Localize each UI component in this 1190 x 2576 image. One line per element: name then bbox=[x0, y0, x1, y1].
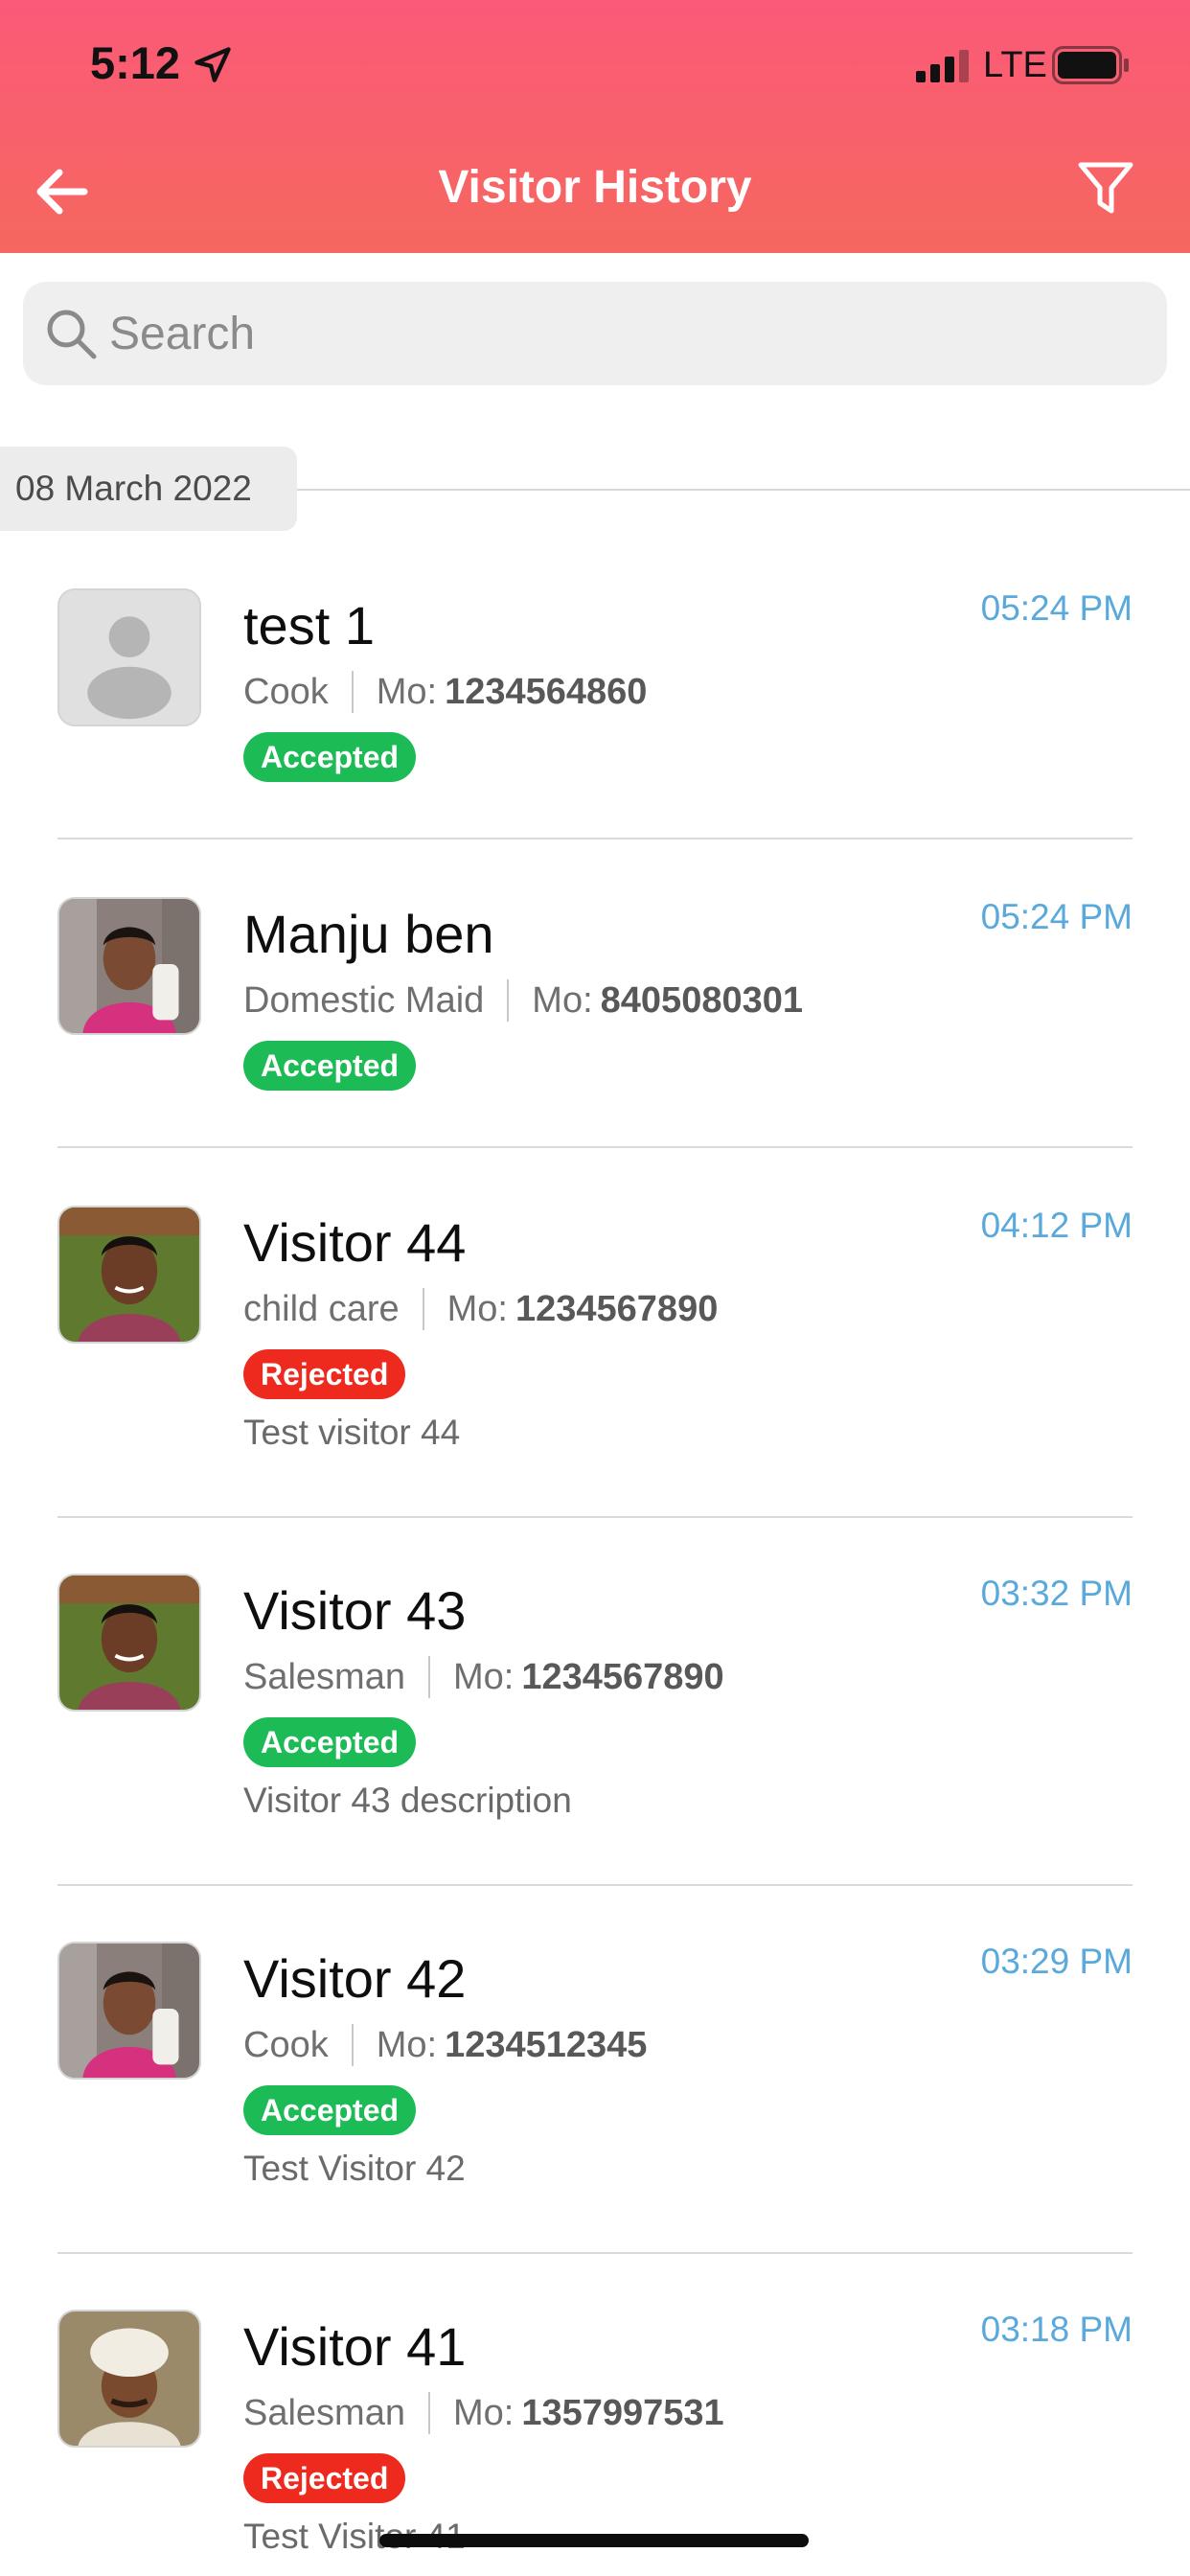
visitor-row[interactable]: test 1 05:24 PM Cook Mo: 1234564860 Acce… bbox=[57, 588, 1133, 809]
mobile-number: 1234564860 bbox=[445, 671, 648, 712]
mobile-number: 1234567890 bbox=[521, 1656, 724, 1697]
avatar bbox=[57, 897, 201, 1035]
mobile-number: 1357997531 bbox=[521, 2392, 724, 2433]
visitor-name: Visitor 43 bbox=[243, 1580, 467, 1641]
mobile-label: Mo: bbox=[376, 671, 438, 712]
meta-divider bbox=[427, 1656, 430, 1698]
visitor-row[interactable]: Visitor 44 04:12 PM child care Mo: 12345… bbox=[57, 1206, 1133, 1493]
search-input[interactable] bbox=[109, 282, 1144, 385]
network-type: LTE bbox=[983, 45, 1047, 85]
visitor-meta: Cook Mo: 1234512345 bbox=[243, 2024, 647, 2066]
visitor-category: child care bbox=[243, 1288, 400, 1329]
mobile-label: Mo: bbox=[376, 2024, 438, 2065]
mobile-label: Mo: bbox=[452, 2392, 515, 2433]
meta-divider bbox=[351, 671, 354, 713]
visitor-meta: Domestic Maid Mo: 8405080301 bbox=[243, 979, 803, 1022]
row-divider bbox=[57, 2252, 1133, 2254]
visitor-category: Cook bbox=[243, 671, 329, 712]
visitor-name: Visitor 41 bbox=[243, 2316, 467, 2377]
home-indicator[interactable] bbox=[379, 2534, 809, 2547]
date-group-label: 08 March 2022 bbox=[0, 447, 297, 531]
search-bar[interactable] bbox=[23, 282, 1167, 385]
status-badge: Rejected bbox=[243, 1349, 406, 1399]
search-icon bbox=[47, 310, 97, 359]
app-header: 5:12 LTE Visitor History bbox=[0, 0, 1190, 253]
signal-bars-icon bbox=[916, 50, 969, 82]
page-title: Visitor History bbox=[438, 162, 752, 213]
visit-time: 05:24 PM bbox=[980, 897, 1133, 936]
mobile-number: 8405080301 bbox=[600, 979, 803, 1021]
visitor-category: Salesman bbox=[243, 2392, 405, 2433]
meta-divider bbox=[351, 2024, 354, 2066]
visitor-description: Test visitor 44 bbox=[243, 1413, 461, 1452]
visitor-row[interactable]: Manju ben 05:24 PM Domestic Maid Mo: 840… bbox=[57, 897, 1133, 1117]
visitor-description: Visitor 43 description bbox=[243, 1781, 572, 1820]
mobile-label: Mo: bbox=[532, 979, 593, 1021]
visitor-name: Visitor 42 bbox=[243, 1948, 467, 2009]
visit-time: 04:12 PM bbox=[980, 1206, 1133, 1245]
visitor-description: Test Visitor 42 bbox=[243, 2149, 466, 2188]
placeholder-person-icon bbox=[57, 588, 201, 726]
visitor-meta: Salesman Mo: 1357997531 bbox=[243, 2392, 724, 2434]
status-badge: Accepted bbox=[243, 732, 417, 782]
visit-time: 05:24 PM bbox=[980, 588, 1133, 628]
avatar bbox=[57, 1574, 201, 1712]
meta-divider bbox=[507, 979, 510, 1022]
row-divider bbox=[57, 1146, 1133, 1148]
mobile-label: Mo: bbox=[452, 1656, 515, 1697]
visitor-meta: Salesman Mo: 1234567890 bbox=[243, 1656, 724, 1698]
mobile-label: Mo: bbox=[446, 1288, 508, 1329]
mobile-number: 1234567890 bbox=[515, 1288, 719, 1329]
visitor-name: Visitor 44 bbox=[243, 1212, 467, 1273]
avatar bbox=[57, 2310, 201, 2448]
visit-time: 03:29 PM bbox=[980, 1942, 1133, 1981]
visitor-category: Cook bbox=[243, 2024, 329, 2065]
visit-time: 03:18 PM bbox=[980, 2310, 1133, 2349]
status-time: 5:12 bbox=[90, 37, 181, 88]
battery-icon bbox=[1052, 46, 1129, 84]
status-badge: Accepted bbox=[243, 1041, 417, 1091]
filter-icon[interactable] bbox=[1077, 161, 1134, 217]
visitor-meta: child care Mo: 1234567890 bbox=[243, 1288, 718, 1330]
visitor-name: Manju ben bbox=[243, 904, 494, 964]
row-divider bbox=[57, 1516, 1133, 1518]
visitor-name: test 1 bbox=[243, 595, 375, 656]
meta-divider bbox=[422, 1288, 424, 1330]
visitor-row[interactable]: Visitor 43 03:32 PM Salesman Mo: 1234567… bbox=[57, 1574, 1133, 1861]
status-badge: Rejected bbox=[243, 2453, 406, 2503]
meta-divider bbox=[427, 2392, 430, 2434]
visitor-category: Salesman bbox=[243, 1656, 405, 1697]
status-badge: Accepted bbox=[243, 1717, 417, 1767]
mobile-number: 1234512345 bbox=[445, 2024, 648, 2065]
visitor-category: Domestic Maid bbox=[243, 979, 485, 1021]
visitor-row[interactable]: Visitor 41 03:18 PM Salesman Mo: 1357997… bbox=[57, 2310, 1133, 2568]
visitor-row[interactable]: Visitor 42 03:29 PM Cook Mo: 1234512345 … bbox=[57, 1942, 1133, 2229]
row-divider bbox=[57, 1884, 1133, 1886]
visit-time: 03:32 PM bbox=[980, 1574, 1133, 1613]
avatar bbox=[57, 1942, 201, 2080]
row-divider bbox=[57, 838, 1133, 840]
status-badge: Accepted bbox=[243, 2085, 417, 2135]
location-arrow-icon bbox=[195, 47, 231, 82]
visitor-meta: Cook Mo: 1234564860 bbox=[243, 671, 647, 713]
avatar bbox=[57, 1206, 201, 1344]
